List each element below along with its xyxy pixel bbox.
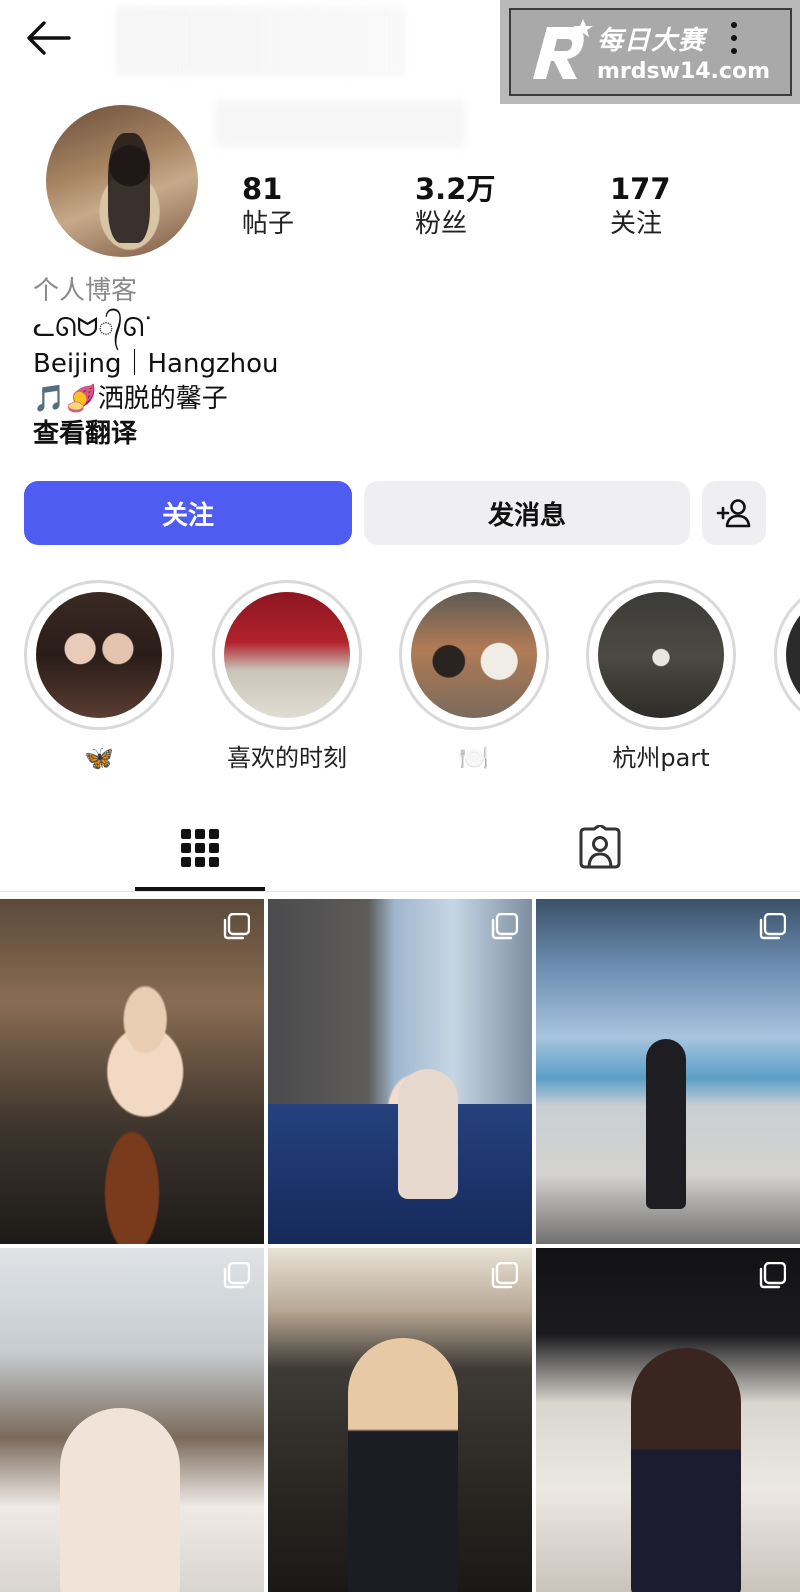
stat-followers[interactable]: 3.2万 粉丝 [415,172,495,242]
highlight-label: 🍽️ [459,744,489,772]
highlight-cover [36,592,162,718]
multi-photo-icon [223,913,250,940]
profile-avatar[interactable] [46,105,198,257]
see-translation-link[interactable]: 查看翻译 [33,413,137,450]
post-thumbnail[interactable] [0,899,264,1244]
following-label: 关注 [610,209,663,239]
stat-following[interactable]: 177 关注 [610,172,671,242]
highlight-cover [598,592,724,718]
tabs-divider [0,891,800,892]
tab-posts-grid[interactable] [135,808,265,888]
highlight-item[interactable]: 喜欢的时刻 [212,580,362,772]
following-count: 177 [610,172,671,206]
highlight-label: 杭州part [612,744,710,772]
highlight-item[interactable]: 🍽️ [399,580,549,772]
highlight-item[interactable]: 杭州part [586,580,736,772]
obscured-name [215,100,465,148]
watermark: 每日大赛 mrdsw14.com [500,0,800,104]
grid-icon [181,829,219,867]
highlight-item-partial[interactable] [774,580,800,730]
post-thumbnail[interactable] [268,1248,532,1592]
post-thumbnail[interactable] [268,899,532,1244]
multi-photo-icon [759,913,786,940]
tagged-person-icon [579,825,621,869]
message-button[interactable]: 发消息 [364,481,690,545]
multi-photo-icon [223,1262,250,1289]
multi-photo-icon [759,1262,786,1289]
highlight-cover [411,592,537,718]
highlight-label: 🦋 [84,744,114,772]
arrow-left-icon [27,21,71,55]
posts-label: 帖子 [242,209,295,239]
follow-button[interactable]: 关注 [24,481,352,545]
followers-label: 粉丝 [415,209,468,239]
bio-description: 🎵🍠洒脱的馨子 [33,384,228,414]
stat-posts[interactable]: 81 帖子 [242,172,294,242]
multi-photo-icon [491,913,518,940]
back-button[interactable] [22,14,74,62]
multi-photo-icon [491,1262,518,1289]
highlight-label: 喜欢的时刻 [227,744,347,772]
watermark-logo [523,17,593,87]
post-thumbnail[interactable] [536,899,800,1244]
bio-location: Beijing｜Hangzhou [33,349,279,379]
followers-count: 3.2万 [415,172,496,206]
suggest-user-button[interactable] [702,481,766,545]
more-options-button[interactable] [720,18,748,58]
add-user-icon [716,499,751,528]
tab-tagged[interactable] [535,808,665,888]
highlight-cover [224,592,350,718]
more-vertical-icon [731,21,737,28]
obscured-username [115,6,405,76]
posts-count: 81 [242,172,283,206]
highlight-item[interactable]: 🦋 [24,580,174,772]
post-thumbnail[interactable] [0,1248,264,1592]
profile-category: 个人博客 [33,276,138,306]
post-thumbnail[interactable] [536,1248,800,1592]
watermark-url: mrdsw14.com [597,59,770,84]
